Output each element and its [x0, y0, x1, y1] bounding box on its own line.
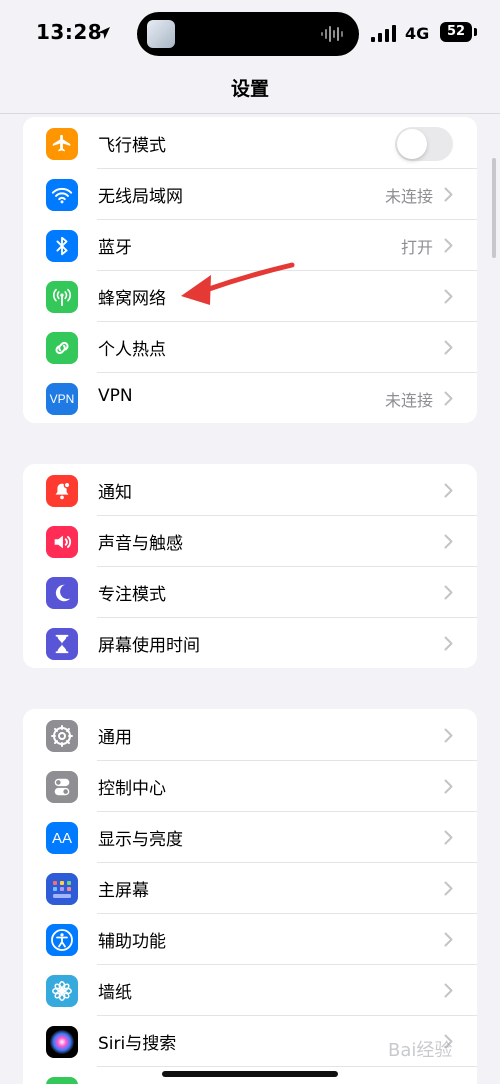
row-label: 蓝牙 — [98, 238, 132, 258]
row-wallpaper[interactable]: 墙纸 — [23, 964, 477, 1015]
scroll-indicator[interactable] — [492, 158, 496, 258]
chevron-right-icon — [444, 391, 453, 406]
row-label: 主屏幕 — [98, 881, 149, 901]
chevron-right-icon — [444, 238, 453, 253]
chevron-right-icon — [444, 289, 453, 304]
row-label: Siri与搜索 — [98, 1034, 177, 1054]
row-display-brightness[interactable]: AA 显示与亮度 — [23, 811, 477, 862]
row-label: 无线局域网 — [98, 187, 183, 207]
avatar — [147, 20, 175, 48]
settings-group-connectivity: 飞行模式 无线局域网 未连接 蓝牙 打开 蜂窝网络 个人热点 VPN VPN 未… — [23, 117, 477, 423]
row-cellular[interactable]: 蜂窝网络 — [23, 270, 477, 321]
chevron-right-icon — [444, 483, 453, 498]
row-bluetooth[interactable]: 蓝牙 打开 — [23, 219, 477, 270]
row-screen-time[interactable]: 屏幕使用时间 — [23, 617, 477, 668]
siri-icon — [46, 1026, 78, 1058]
row-value: 未连接 — [384, 391, 433, 410]
wifi-icon — [46, 179, 78, 211]
dynamic-island[interactable] — [137, 12, 359, 56]
battery-tip — [474, 28, 477, 36]
row-label: 通用 — [98, 728, 132, 748]
flower-icon — [46, 975, 78, 1007]
row-personal-hotspot[interactable]: 个人热点 — [23, 321, 477, 372]
audio-wave-icon — [321, 26, 343, 42]
row-label: 飞行模式 — [98, 136, 166, 156]
row-accessibility[interactable]: 辅助功能 — [23, 913, 477, 964]
settings-group-notifications: 通知 声音与触感 专注模式 屏幕使用时间 — [23, 464, 477, 668]
settings-group-general: 通用 控制中心 AA 显示与亮度 主屏幕 辅助功能 墙纸 Siri与搜索 — [23, 709, 477, 1084]
row-label: 控制中心 — [98, 779, 166, 799]
toggles-icon — [46, 771, 78, 803]
row-label: 专注模式 — [98, 585, 166, 605]
chevron-right-icon — [444, 983, 453, 998]
accessibility-icon — [46, 924, 78, 956]
text-size-icon: AA — [46, 822, 78, 854]
location-arrow-icon — [98, 27, 110, 39]
hourglass-icon — [46, 628, 78, 660]
chevron-right-icon — [444, 340, 453, 355]
row-notifications[interactable]: 通知 — [23, 464, 477, 515]
hotspot-icon — [46, 332, 78, 364]
row-home-screen[interactable]: 主屏幕 — [23, 862, 477, 913]
row-general[interactable]: 通用 — [23, 709, 477, 760]
chevron-right-icon — [444, 585, 453, 600]
chevron-right-icon — [444, 932, 453, 947]
chevron-right-icon — [444, 881, 453, 896]
chevron-right-icon — [444, 636, 453, 651]
chevron-right-icon — [444, 779, 453, 794]
row-value: 未连接 — [384, 187, 433, 206]
row-label: 声音与触感 — [98, 534, 183, 554]
row-label: 屏幕使用时间 — [98, 636, 200, 656]
speaker-icon — [46, 526, 78, 558]
row-label: 显示与亮度 — [98, 830, 183, 850]
cellular-icon — [46, 281, 78, 313]
moon-icon — [46, 577, 78, 609]
bluetooth-icon — [46, 230, 78, 262]
signal-strength-icon — [371, 25, 396, 42]
status-bar: 13:28 4G 52 — [0, 0, 500, 64]
vpn-icon-text: VPN — [49, 392, 75, 406]
header-divider — [0, 113, 500, 114]
row-value: 打开 — [400, 238, 433, 257]
row-label: 个人热点 — [98, 340, 166, 360]
vpn-icon: VPN — [46, 383, 78, 415]
row-label: 通知 — [98, 483, 132, 503]
row-control-center[interactable]: 控制中心 — [23, 760, 477, 811]
chevron-right-icon — [444, 534, 453, 549]
row-vpn[interactable]: VPN VPN 未连接 — [23, 372, 477, 423]
home-grid-icon — [46, 873, 78, 905]
battery-level: 52 — [440, 22, 472, 42]
airplane-mode-toggle[interactable] — [395, 127, 453, 161]
text-size-icon-text: AA — [51, 829, 72, 847]
chevron-right-icon — [444, 187, 453, 202]
chevron-right-icon — [444, 830, 453, 845]
row-wifi[interactable]: 无线局域网 未连接 — [23, 168, 477, 219]
chevron-right-icon — [444, 728, 453, 743]
row-label: 墙纸 — [98, 983, 132, 1003]
watermark-text: Bai经验 — [388, 1040, 452, 1061]
row-focus[interactable]: 专注模式 — [23, 566, 477, 617]
row-label: 蜂窝网络 — [98, 289, 166, 309]
row-label: 辅助功能 — [98, 932, 166, 952]
network-type: 4G — [405, 24, 430, 43]
status-time: 13:28 — [36, 20, 103, 44]
gear-icon — [46, 720, 78, 752]
row-label: VPN — [98, 386, 133, 406]
row-airplane-mode: 飞行模式 — [23, 117, 477, 168]
page-title: 设置 — [230, 78, 269, 100]
home-indicator[interactable] — [162, 1071, 338, 1077]
toggle-knob — [397, 129, 427, 159]
airplane-icon — [46, 128, 78, 160]
row-sounds-haptics[interactable]: 声音与触感 — [23, 515, 477, 566]
watermark-logo: Bai经验 — [388, 1040, 452, 1061]
notification-bell-icon — [46, 475, 78, 507]
face-id-icon — [46, 1077, 78, 1084]
